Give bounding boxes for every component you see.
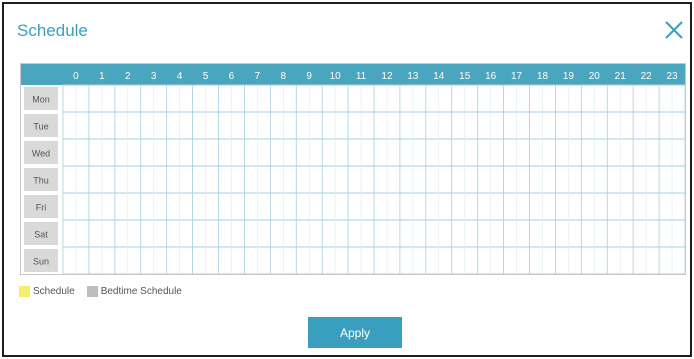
bedtime-swatch bbox=[86, 286, 98, 297]
hour-label: 3 bbox=[151, 71, 157, 82]
day-label: Sat bbox=[34, 230, 48, 240]
day-label: Wed bbox=[32, 149, 50, 159]
hour-label: 2 bbox=[125, 71, 131, 82]
legend-label-schedule: Schedule bbox=[33, 286, 75, 297]
hour-label: 4 bbox=[177, 71, 183, 82]
schedule-grid[interactable]: 0 1 2 3 4 5 6 7 8 9 10 11 12 13 14 15 16 17 18 19 20 21 22 23 Mo… bbox=[20, 63, 686, 275]
hour-label: 14 bbox=[433, 71, 445, 82]
hour-label: 12 bbox=[381, 71, 393, 82]
hour-label: 0 bbox=[73, 71, 79, 82]
schedule-dialog: Schedule 0 1 2 3 4 5 6 7 8 9 10 11 12 13 14 15 16 17 18 19 2… bbox=[2, 2, 692, 357]
apply-button[interactable]: Apply bbox=[308, 317, 402, 348]
close-icon[interactable] bbox=[662, 18, 686, 42]
day-label: Mon bbox=[32, 95, 50, 105]
day-label: Tue bbox=[33, 122, 48, 132]
hour-label: 9 bbox=[306, 71, 312, 82]
hour-label: 8 bbox=[281, 71, 287, 82]
hour-label: 17 bbox=[511, 71, 523, 82]
day-label: Sun bbox=[33, 257, 49, 267]
hour-label: 5 bbox=[203, 71, 209, 82]
hour-label: 19 bbox=[563, 71, 575, 82]
legend-label-bedtime: Bedtime Schedule bbox=[100, 286, 182, 297]
hour-label: 13 bbox=[407, 71, 419, 82]
legend-item-schedule: Schedule bbox=[19, 286, 75, 297]
hour-label: 11 bbox=[356, 71, 367, 82]
hour-label: 22 bbox=[641, 71, 653, 82]
hour-label: 18 bbox=[537, 71, 549, 82]
hour-header-bar bbox=[21, 64, 685, 85]
dialog-title: Schedule bbox=[17, 21, 88, 40]
schedule-swatch bbox=[19, 286, 30, 297]
hour-label: 7 bbox=[255, 71, 261, 82]
hour-label: 10 bbox=[330, 71, 342, 82]
hour-label: 1 bbox=[99, 71, 105, 82]
day-label: Fri bbox=[36, 203, 47, 213]
hour-label: 23 bbox=[666, 71, 678, 82]
hour-label: 21 bbox=[615, 71, 627, 82]
legend-item-bedtime: Bedtime Schedule bbox=[86, 286, 182, 297]
hour-label: 20 bbox=[589, 71, 601, 82]
hour-label: 6 bbox=[229, 71, 235, 82]
hour-label: 16 bbox=[485, 71, 497, 82]
legend: Schedule Bedtime Schedule bbox=[19, 286, 194, 297]
day-label: Thu bbox=[33, 176, 49, 186]
schedule-grid-svg[interactable]: 0 1 2 3 4 5 6 7 8 9 10 11 12 13 14 15 16 17 18 19 20 21 22 23Mo… bbox=[21, 64, 685, 274]
hour-label: 15 bbox=[459, 71, 471, 82]
